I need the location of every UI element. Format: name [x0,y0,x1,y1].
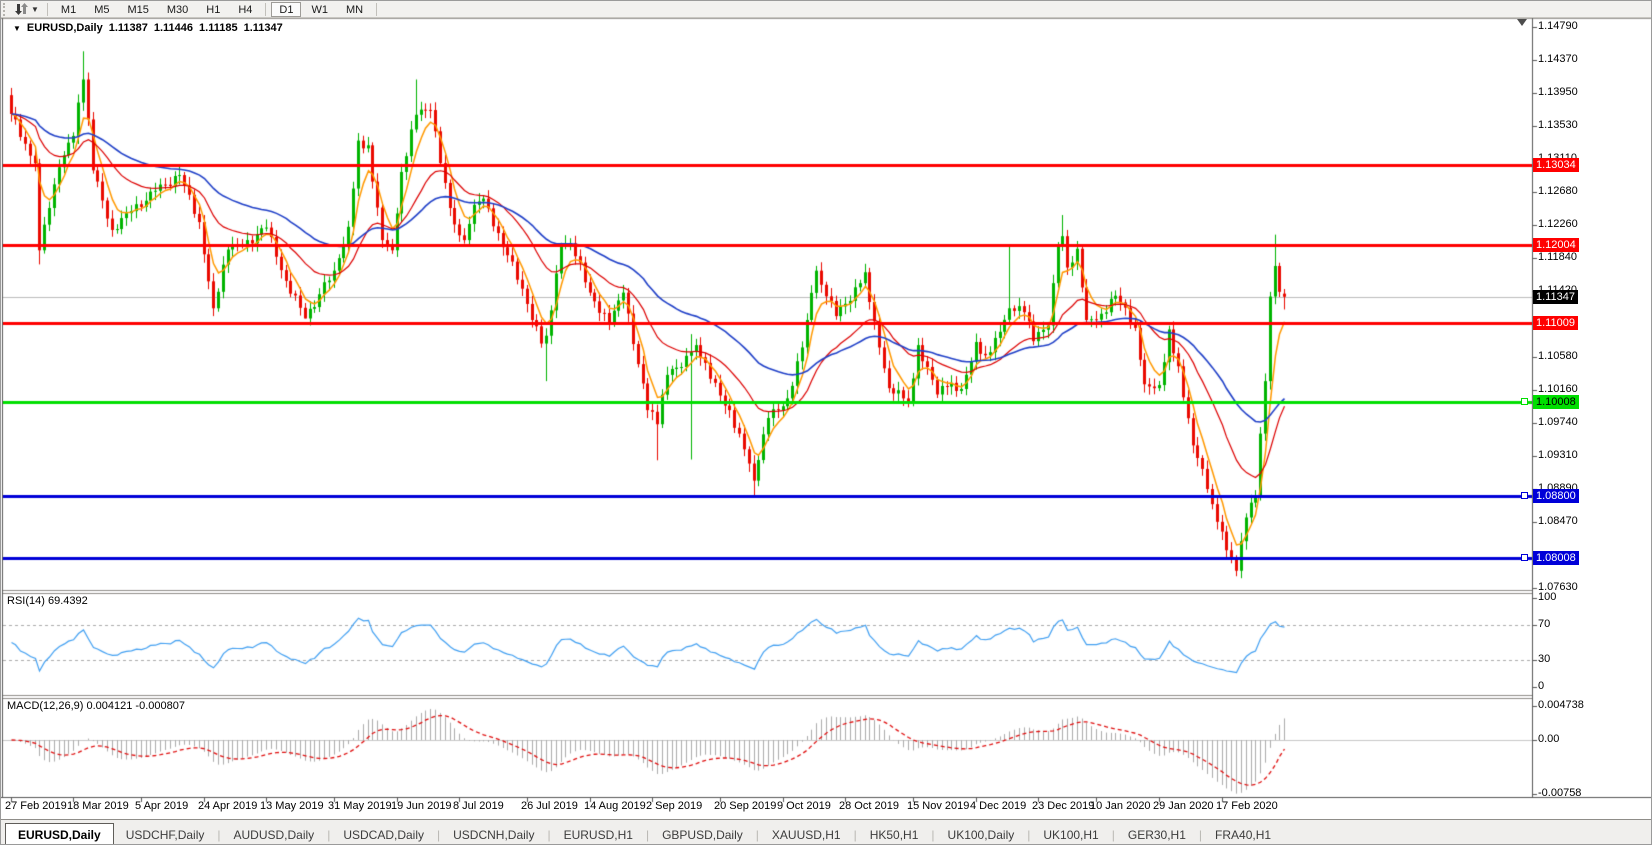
hline-price-flag[interactable]: 1.10008 [1533,394,1579,409]
price-chart-canvas[interactable] [1,1,1651,844]
date-axis-label: 10 Jan 2020 [1090,800,1151,812]
macd-axis-tick: 0.00 [1538,733,1560,745]
date-axis-label: 28 Oct 2019 [839,800,899,812]
hline-price-flag[interactable]: 1.08800 [1533,489,1579,504]
price-axis-tick: 1.12680 [1538,185,1578,198]
chart-tab-usdchf-daily[interactable]: USDCHF,Daily [114,825,217,844]
timeframe-toolbar: ▼ M1 M5 M15 M30 H1 H4 D1 W1 MN [1,1,1651,18]
price-axis-tick: 1.13530 [1538,118,1578,131]
collapse-arrow-icon[interactable]: ▼ [13,24,21,33]
chart-title: ▼ EURUSD,Daily 1.11387 1.11446 1.11185 1… [13,22,283,34]
date-axis-label: 18 Mar 2019 [67,800,129,812]
timeframe-button-h4[interactable]: H4 [230,2,260,17]
rsi-indicator-label: RSI(14) 69.4392 [7,595,88,607]
line-handle[interactable] [1521,554,1528,562]
price-axis-tick: 1.08470 [1538,515,1578,528]
chart-tab-eurusd-daily[interactable]: EURUSD,Daily [5,823,114,844]
line-handle[interactable] [1521,492,1528,500]
chart-tab-ger30-h1[interactable]: GER30,H1 [1116,825,1198,844]
chart-tab-fra40-h1[interactable]: FRA40,H1 [1203,825,1283,844]
ohlc-high: 1.11446 [153,22,194,34]
price-axis-tick: 1.09740 [1538,415,1578,428]
price-axis-tick: 1.10580 [1538,349,1578,362]
chart-tab-eurusd-h1[interactable]: EURUSD,H1 [552,825,645,844]
macd-axis-tick: 0.004738 [1538,699,1584,711]
date-axis-label: 20 Sep 2019 [714,800,777,812]
toolbar-grip[interactable] [3,2,8,16]
price-axis-tick: 1.13950 [1538,85,1578,98]
price-axis-tick: 1.14790 [1538,20,1578,32]
periods-button[interactable]: ▼ [11,2,43,17]
date-axis-label: 17 Feb 2020 [1216,800,1278,812]
date-axis-label: 24 Apr 2019 [198,800,258,812]
date-axis-label: 23 Dec 2019 [1032,800,1095,812]
timeframe-buttons: M1 M5 M15 M30 H1 H4 D1 W1 MN [52,1,381,17]
price-axis-tick: 1.09310 [1538,449,1578,462]
chart-symbol-label: EURUSD,Daily [26,22,103,34]
timeframe-button-m15[interactable]: M15 [119,2,156,17]
toolbar-separator [376,2,378,16]
date-axis-label: 14 Aug 2019 [584,800,646,812]
chart-tab-usdcad-daily[interactable]: USDCAD,Daily [331,825,436,844]
chart-shift-marker[interactable] [1517,19,1527,26]
date-axis-label: 19 Jun 2019 [391,800,452,812]
chart-tab-uk100-daily[interactable]: UK100,Daily [936,825,1027,844]
hline-price-flag[interactable]: 1.08008 [1533,551,1579,566]
date-axis-label: 8 Jul 2019 [453,800,504,812]
chart-tab-uk100-h1[interactable]: UK100,H1 [1031,825,1110,844]
timeframe-button-h1[interactable]: H1 [198,2,228,17]
date-axis-label: 5 Apr 2019 [135,800,189,812]
chart-tab-hk50-h1[interactable]: HK50,H1 [858,825,931,844]
chart-tab-gbpusd-daily[interactable]: GBPUSD,Daily [650,825,755,844]
date-axis-label: 29 Jan 2020 [1153,800,1214,812]
hline-price-flag[interactable]: 1.11009 [1533,316,1578,331]
rsi-axis-tick: 70 [1538,617,1551,630]
chart-window: ▼ M1 M5 M15 M30 H1 H4 D1 W1 MN ▼ EURUSD,Daily 1.… [0,0,1652,845]
chart-tab-bar: EURUSD,Daily USDCHF,Daily | AUDUSD,Daily | US… [1,819,1651,844]
date-axis-label: 26 Jul 2019 [521,800,578,812]
timeframe-button-m1[interactable]: M1 [53,2,84,17]
timeframe-button-mn[interactable]: MN [338,2,371,17]
chart-tab-usdcnh-daily[interactable]: USDCNH,Daily [441,825,546,844]
date-axis-label: 9 Oct 2019 [777,800,831,812]
date-axis-label: 4 Dec 2019 [970,800,1027,812]
hline-price-flag[interactable]: 1.13034 [1533,157,1579,172]
timeframe-button-d1[interactable]: D1 [271,1,302,17]
toolbar-separator [265,2,267,16]
timeframe-button-w1[interactable]: W1 [303,2,336,17]
price-axis-tick: 1.11840 [1538,251,1577,264]
ohlc-low: 1.11185 [199,22,238,34]
ohlc-close: 1.11347 [243,22,283,34]
macd-indicator-label: MACD(12,26,9) 0.004121 -0.000807 [7,700,185,712]
date-axis-label: 2 Sep 2019 [646,800,703,812]
rsi-axis-tick: 30 [1538,653,1551,666]
macd-axis-tick: -0.00758 [1538,787,1582,800]
hline-price-flag[interactable]: 1.12004 [1533,238,1579,253]
date-axis-label: 31 May 2019 [328,800,392,812]
periods-icon [15,3,28,15]
date-axis-label: 15 Nov 2019 [907,800,970,812]
rsi-axis-tick: 0 [1538,680,1545,692]
chart-tab-xauusd-h1[interactable]: XAUUSD,H1 [760,825,853,844]
chart-tab-audusd-daily[interactable]: AUDUSD,Daily [222,825,327,844]
price-axis-tick: 1.12260 [1538,218,1578,231]
ohlc-open: 1.11387 [108,22,148,34]
date-axis-label: 27 Feb 2019 [5,800,67,812]
price-axis-tick: 1.10160 [1538,382,1578,395]
price-axis-tick: 1.14370 [1538,52,1578,65]
chevron-down-icon[interactable]: ▼ [31,5,39,14]
toolbar-separator [46,2,48,16]
line-handle[interactable] [1521,397,1528,405]
timeframe-button-m30[interactable]: M30 [159,2,196,17]
current-price-flag: 1.11347 [1533,289,1578,304]
date-axis-label: 13 May 2019 [260,800,324,812]
rsi-axis-tick: 100 [1538,591,1557,603]
timeframe-button-m5[interactable]: M5 [86,2,117,17]
